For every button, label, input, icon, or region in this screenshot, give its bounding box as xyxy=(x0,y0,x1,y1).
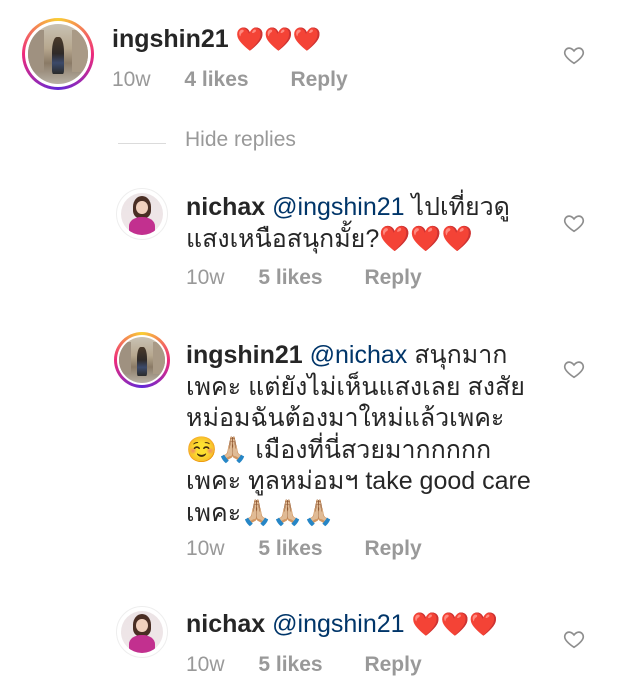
comment-username[interactable]: ingshin21 xyxy=(186,341,303,369)
comment-body: nichax @ingshin21 ไปเที่ยวดู แสงเหนือสนุ… xyxy=(186,192,510,255)
reply-button[interactable]: Reply xyxy=(364,537,421,560)
reply-button[interactable]: Reply xyxy=(364,653,421,676)
comment-text-line: หม่อมฉันต้องมาใหม่แล้วเพคะ xyxy=(186,404,505,432)
likes-count[interactable]: 5 likes xyxy=(258,537,322,560)
comment-text-line: ☺️🙏🏼 เมืองที่นี่สวยมากกกกก xyxy=(186,435,492,464)
reply-button[interactable]: Reply xyxy=(290,68,347,91)
avatar-photo xyxy=(121,611,163,653)
comment-text-line: สนุกมาก xyxy=(407,341,508,369)
comment-text-line: เพคะ แต่ยังไม่เห็นแสงเลย สงสัย xyxy=(186,372,525,401)
reply-button[interactable]: Reply xyxy=(364,266,421,289)
comment-time: 10w xyxy=(186,537,225,560)
comment-body: ingshin21 @nichax สนุกมาก เพคะ แต่ยังไม่… xyxy=(186,340,531,529)
comment-mention[interactable]: @ingshin21 xyxy=(272,610,404,638)
avatar[interactable] xyxy=(114,332,170,388)
avatar[interactable] xyxy=(116,606,168,658)
comment-text-line: เพคะ ทูลหม่อมฯ take good care xyxy=(186,467,531,495)
comment-username[interactable]: ingshin21 xyxy=(112,25,229,53)
avatar-photo xyxy=(28,24,88,84)
heart-outline-icon[interactable] xyxy=(563,358,585,380)
avatar[interactable] xyxy=(22,18,94,90)
comment-time: 10w xyxy=(112,68,151,91)
comment-meta: 10w 5 likes Reply xyxy=(186,537,422,561)
comment-time: 10w xyxy=(186,653,225,676)
likes-count[interactable]: 5 likes xyxy=(258,653,322,676)
comment-body: nichax @ingshin21 ❤️❤️❤️ xyxy=(186,609,498,642)
avatar-photo xyxy=(121,193,163,235)
comment-body: ingshin21 ❤️❤️❤️ xyxy=(112,24,322,57)
comment-time: 10w xyxy=(186,266,225,289)
likes-count[interactable]: 5 likes xyxy=(258,266,322,289)
comment-username[interactable]: nichax xyxy=(186,193,265,221)
comment-mention[interactable]: @nichax xyxy=(310,341,408,369)
likes-count[interactable]: 4 likes xyxy=(184,68,248,91)
hide-replies-divider xyxy=(118,143,166,144)
comment-text-line: เพคะ🙏🏼🙏🏼🙏🏼 xyxy=(186,498,335,527)
heart-outline-icon[interactable] xyxy=(563,212,585,234)
comment-text-line: ❤️❤️❤️ xyxy=(235,27,322,53)
hide-replies-button[interactable]: Hide replies xyxy=(185,128,296,152)
comment-meta: 10w 5 likes Reply xyxy=(186,653,422,677)
comment-text-line: ❤️❤️❤️ xyxy=(404,612,498,638)
heart-outline-icon[interactable] xyxy=(563,628,585,650)
comment-text-line: ไปเที่ยวดู xyxy=(404,193,510,221)
heart-outline-icon[interactable] xyxy=(563,44,585,66)
avatar-photo xyxy=(119,337,165,383)
avatar[interactable] xyxy=(116,188,168,240)
comment-meta: 10w 5 likes Reply xyxy=(186,266,422,290)
comment-text-line: แสงเหนือสนุกมั้ย?❤️❤️❤️ xyxy=(186,224,473,253)
comment-mention[interactable]: @ingshin21 xyxy=(272,193,404,221)
comment-meta: 10w 4 likes Reply xyxy=(112,68,348,92)
comment-username[interactable]: nichax xyxy=(186,610,265,638)
